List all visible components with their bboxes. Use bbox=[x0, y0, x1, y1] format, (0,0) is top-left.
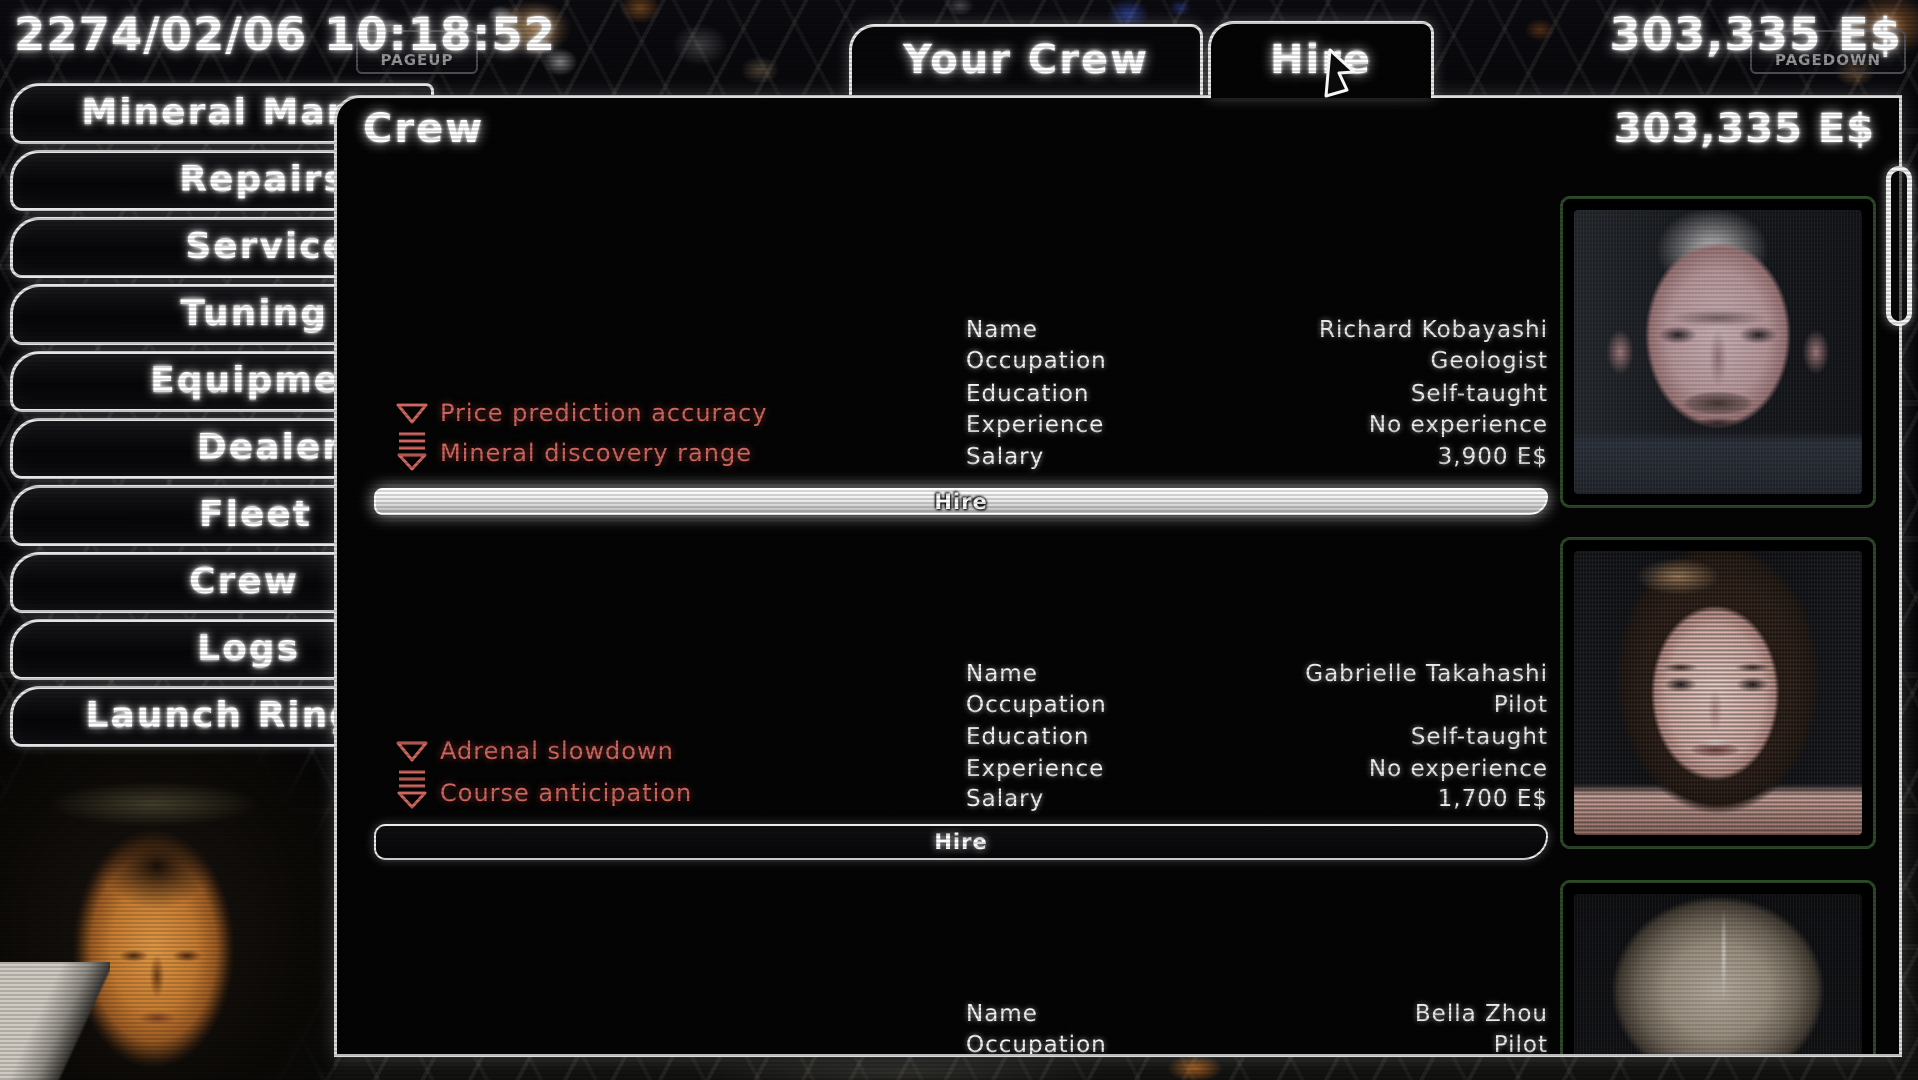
field-label-name: Name bbox=[966, 317, 1038, 345]
candidate-salary: 3,900 E$ bbox=[1037, 444, 1548, 472]
trait-label: Adrenal slowdown bbox=[440, 737, 674, 765]
player-money: 303,335 E$ bbox=[1609, 8, 1902, 61]
field-label-name: Name bbox=[966, 661, 1038, 689]
candidate-name: Bella Zhou bbox=[1037, 1001, 1548, 1029]
portrait-image bbox=[1574, 551, 1862, 835]
candidate-name: Richard Kobayashi bbox=[1037, 317, 1548, 345]
candidate-salary: 1,700 E$ bbox=[1037, 786, 1548, 814]
page-title: Crew bbox=[363, 106, 484, 152]
panel-money: 303,335 E$ bbox=[1614, 106, 1875, 152]
candidate-occupation: Pilot bbox=[1037, 1032, 1548, 1057]
candidate-name: Gabrielle Takahashi bbox=[1037, 661, 1548, 689]
down-chevron-icon bbox=[395, 739, 429, 767]
game-screen: PAGEUP PAGEDOWN 2274/02/06 10:18:52 303,… bbox=[0, 0, 1918, 1080]
candidate-portrait bbox=[1560, 196, 1876, 508]
candidate-portrait bbox=[1560, 880, 1876, 1057]
panel-scrollbar[interactable] bbox=[1886, 166, 1912, 326]
hire-button[interactable]: Hire bbox=[374, 824, 1548, 860]
player-avatar-shoulder bbox=[0, 962, 110, 1080]
tab-your-crew[interactable]: Your Crew bbox=[849, 24, 1203, 95]
field-label-salary: Salary bbox=[966, 786, 1044, 814]
crew-panel: Crew 303,335 E$ Name Richard Kobayashi O… bbox=[334, 95, 1902, 1057]
field-label-name: Name bbox=[966, 1001, 1038, 1029]
mouse-cursor-icon bbox=[1318, 42, 1364, 104]
hire-button[interactable]: Hire bbox=[374, 488, 1548, 515]
candidate-occupation: Pilot bbox=[1037, 692, 1548, 720]
down-stack-icon bbox=[395, 430, 429, 476]
trait-label: Mineral discovery range bbox=[440, 439, 752, 467]
candidate-occupation: Geologist bbox=[1037, 348, 1548, 376]
trait-label: Course anticipation bbox=[440, 779, 692, 807]
field-label-salary: Salary bbox=[966, 444, 1044, 472]
candidate-portrait bbox=[1560, 537, 1876, 849]
down-chevron-icon bbox=[395, 401, 429, 429]
portrait-image bbox=[1574, 894, 1862, 1057]
trait-label: Price prediction accuracy bbox=[440, 399, 768, 427]
candidate-education: Self-taught bbox=[1037, 724, 1548, 752]
candidate-experience: No experience bbox=[1037, 756, 1548, 784]
game-datetime: 2274/02/06 10:18:52 bbox=[14, 8, 556, 61]
candidate-experience: No experience bbox=[1037, 412, 1548, 440]
portrait-image bbox=[1574, 210, 1862, 494]
candidate-education: Self-taught bbox=[1037, 381, 1548, 409]
down-stack-icon bbox=[395, 768, 429, 814]
